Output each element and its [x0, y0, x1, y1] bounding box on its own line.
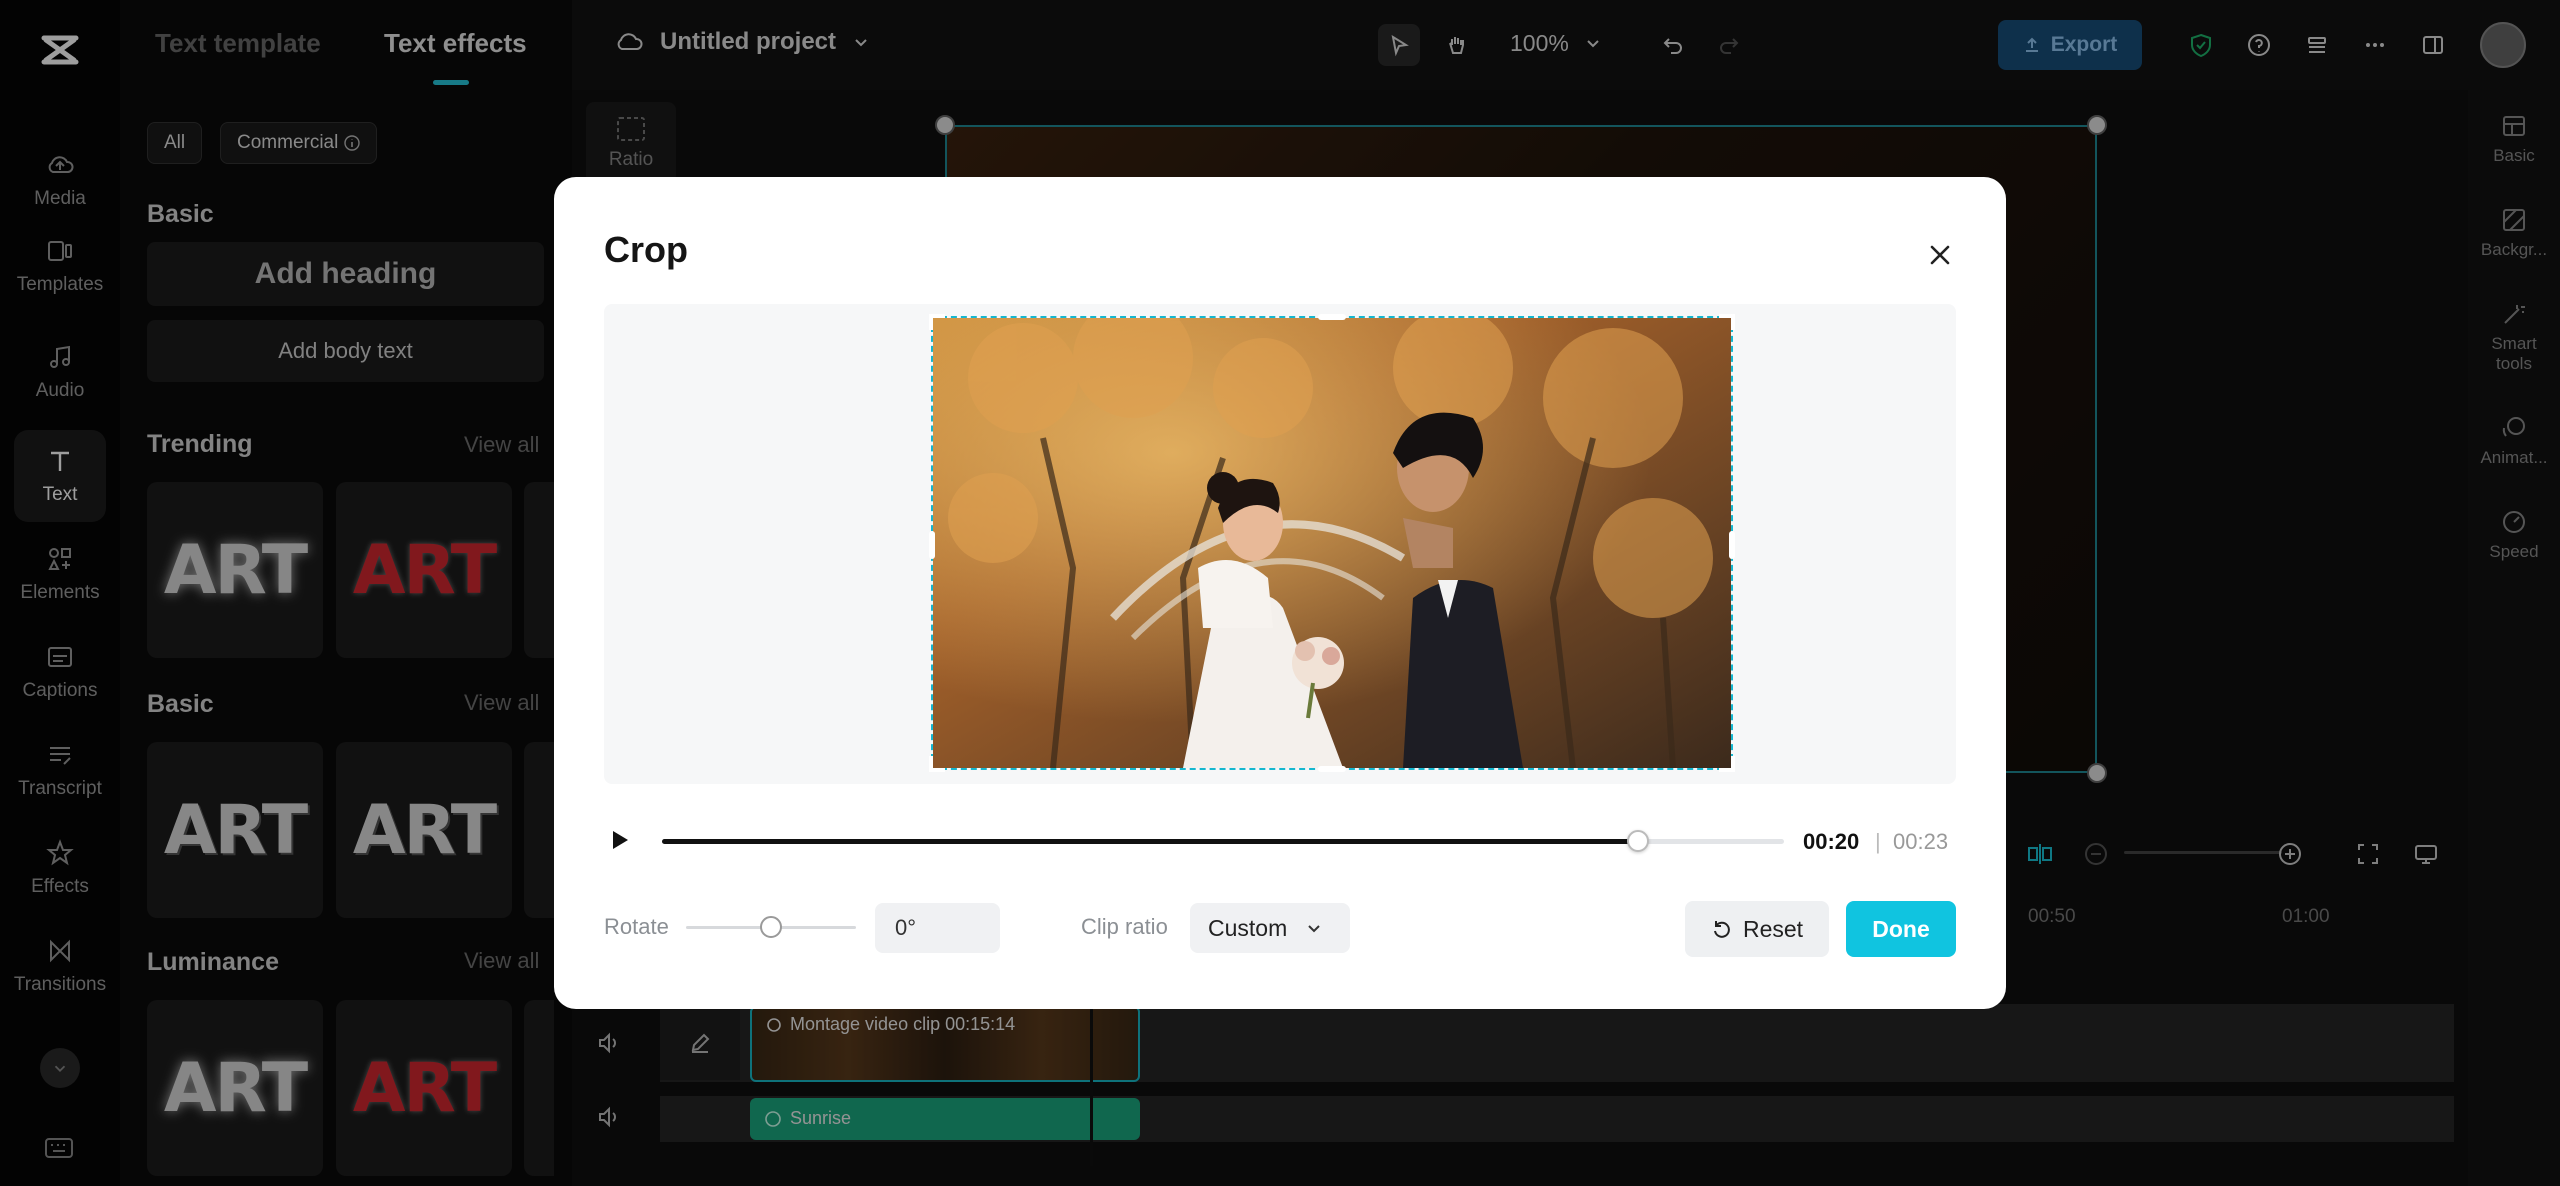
crop-dialog: Crop — [554, 177, 2006, 1009]
crop-edge-handle[interactable] — [1318, 314, 1346, 320]
crop-corner-handle[interactable] — [1719, 314, 1735, 330]
rotate-input[interactable] — [875, 903, 1000, 953]
crop-edge-handle[interactable] — [929, 531, 935, 559]
rotate-slider-knob[interactable] — [760, 916, 782, 938]
reset-button[interactable]: Reset — [1685, 901, 1829, 957]
clip-ratio-value: Custom — [1208, 915, 1287, 942]
dialog-title: Crop — [604, 229, 688, 271]
crop-corner-handle[interactable] — [1719, 756, 1735, 772]
rotate-slider[interactable] — [686, 926, 856, 929]
playback-progress[interactable] — [662, 839, 1784, 844]
crop-edge-handle[interactable] — [1318, 766, 1346, 772]
crop-edge-handle[interactable] — [1729, 531, 1735, 559]
reset-icon — [1711, 918, 1733, 940]
crop-preview-area — [604, 304, 1956, 784]
current-time: 00:20 — [1803, 829, 1859, 855]
chevron-down-icon — [1305, 919, 1323, 937]
time-separator: | — [1875, 829, 1881, 855]
clip-ratio-label: Clip ratio — [1081, 914, 1168, 940]
play-icon[interactable] — [604, 825, 634, 855]
rotate-label: Rotate — [604, 914, 669, 940]
progress-fill — [662, 839, 1638, 844]
clip-ratio-dropdown[interactable]: Custom — [1190, 903, 1350, 953]
crop-corner-handle[interactable] — [929, 756, 945, 772]
crop-selection[interactable] — [931, 316, 1733, 770]
reset-label: Reset — [1743, 916, 1803, 943]
close-icon[interactable] — [1922, 237, 1958, 273]
progress-knob[interactable] — [1627, 830, 1649, 852]
crop-corner-handle[interactable] — [929, 314, 945, 330]
total-time: 00:23 — [1893, 829, 1948, 855]
done-button[interactable]: Done — [1846, 901, 1956, 957]
